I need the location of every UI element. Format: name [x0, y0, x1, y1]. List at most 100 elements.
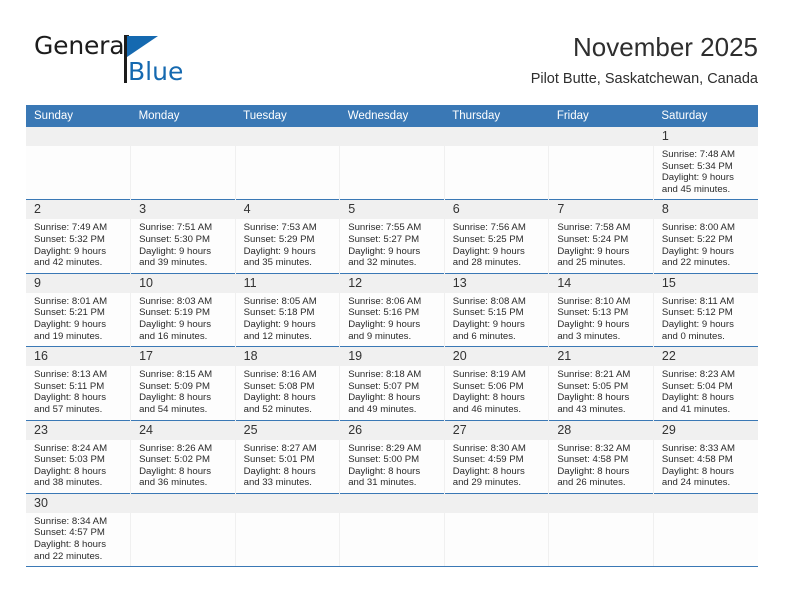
daylight-text: Daylight: 9 hours — [139, 245, 212, 257]
weekday-header-wednesday: Wednesday — [339, 105, 445, 127]
weekday-header-friday: Friday — [548, 105, 654, 127]
calendar-day-cell-empty — [548, 127, 654, 200]
calendar-day-cell[interactable]: 7 Sunrise: 7:58 AM Sunset: 5:24 PM Daylight… — [548, 199, 654, 274]
calendar-day-cell[interactable]: 2 Sunrise: 7:49 AM Sunset: 5:32 PM Daylight… — [26, 199, 131, 274]
calendar-day-cell[interactable]: 25 Sunrise: 8:27 AM Sunset: 5:01 PM Dayligh… — [234, 419, 340, 494]
daylight-text-cont: and 46 minutes. — [452, 403, 522, 415]
calendar-day-cell[interactable]: 12 Sunrise: 8:06 AM Sunset: 5:16 PM Dayligh… — [339, 272, 445, 347]
calendar-day-cell[interactable]: 17 Sunrise: 8:15 AM Sunset: 5:09 PM Dayligh… — [130, 346, 236, 420]
calendar-day-cell[interactable]: 15 Sunrise: 8:11 AM Sunset: 5:12 PM Dayligh… — [652, 272, 758, 347]
calendar-day-cell-empty — [652, 492, 758, 568]
day-number: 30 — [34, 495, 48, 510]
day-cell-details — [445, 146, 549, 153]
calendar-day-cell[interactable]: 24 Sunrise: 8:26 AM Sunset: 5:02 PM Dayligh… — [130, 419, 236, 494]
day-number-band: 29 — [653, 420, 758, 440]
day-number: 21 — [557, 349, 572, 364]
sunset-text: Sunset: 5:21 PM — [34, 307, 105, 319]
calendar-day-cell[interactable]: 11 Sunrise: 8:05 AM Sunset: 5:18 PM Dayligh… — [234, 272, 340, 347]
calendar-day-cell[interactable]: 13 Sunrise: 8:08 AM Sunset: 5:15 PM Dayligh… — [443, 272, 549, 347]
sunset-text: Sunset: 5:32 PM — [34, 233, 105, 245]
day-cell-details — [236, 513, 340, 520]
day-number-band: 22 — [653, 347, 758, 367]
calendar-day-cell[interactable]: 4 Sunrise: 7:53 AM Sunset: 5:29 PM Daylight… — [234, 199, 340, 274]
calendar-day-cell[interactable]: 3 Sunrise: 7:51 AM Sunset: 5:30 PM Daylight… — [130, 199, 236, 274]
day-number: 15 — [661, 275, 676, 290]
day-number-band: 26 — [340, 420, 444, 440]
sunrise-text: Sunrise: 8:16 AM — [243, 369, 317, 381]
calendar-day-cell[interactable]: 21 Sunrise: 8:21 AM Sunset: 5:05 PM Dayligh… — [548, 346, 654, 420]
calendar-day-cell[interactable]: 8 Sunrise: 8:00 AM Sunset: 5:22 PM Daylight… — [652, 199, 758, 274]
day-cell-details: Sunrise: 8:29 AM Sunset: 5:00 PM Daylight:… — [340, 440, 444, 493]
daylight-text-cont: and 22 minutes. — [661, 257, 731, 269]
sunset-text: Sunset: 4:58 PM — [557, 454, 629, 466]
day-number: 23 — [34, 422, 48, 437]
calendar-day-cell[interactable]: 27 Sunrise: 8:30 AM Sunset: 4:59 PM Dayligh… — [443, 419, 549, 494]
day-cell-details: Sunrise: 8:23 AM Sunset: 5:04 PM Daylight:… — [654, 366, 758, 419]
daylight-text-cont: and 43 minutes. — [557, 403, 626, 415]
calendar-day-cell[interactable]: 18 Sunrise: 8:16 AM Sunset: 5:08 PM Dayligh… — [234, 346, 340, 420]
day-cell-details: Sunrise: 8:00 AM Sunset: 5:22 PM Daylight:… — [654, 219, 758, 272]
calendar-day-cell[interactable]: 10 Sunrise: 8:03 AM Sunset: 5:19 PM Dayligh… — [130, 272, 236, 347]
day-number: 26 — [348, 422, 363, 437]
daylight-text: Daylight: 9 hours — [34, 318, 106, 330]
calendar-day-cell[interactable]: 22 Sunrise: 8:23 AM Sunset: 5:04 PM Dayligh… — [652, 346, 758, 420]
day-cell-details — [26, 146, 130, 153]
sunrise-text: Sunrise: 8:21 AM — [557, 369, 631, 381]
brand-logo[interactable]: General Blue — [34, 32, 254, 92]
calendar-day-cell[interactable]: 16 Sunrise: 8:13 AM Sunset: 5:11 PM Dayligh… — [26, 346, 131, 420]
weekday-header-saturday: Saturday — [653, 105, 758, 127]
calendar-day-cell[interactable]: 26 Sunrise: 8:29 AM Sunset: 5:00 PM Dayligh… — [339, 419, 445, 494]
day-number: 10 — [139, 275, 153, 290]
daylight-text: Daylight: 8 hours — [139, 392, 212, 404]
day-number: 7 — [557, 202, 565, 217]
daylight-text: Daylight: 8 hours — [452, 392, 525, 404]
day-number: 16 — [34, 349, 48, 364]
calendar-day-cell[interactable]: 5 Sunrise: 7:55 AM Sunset: 5:27 PM Daylight… — [339, 199, 445, 274]
day-number-band: 1 — [653, 127, 758, 146]
sunset-text: Sunset: 5:13 PM — [557, 307, 629, 319]
day-number-band: 19 — [340, 347, 444, 367]
day-cell-details: Sunrise: 8:32 AM Sunset: 4:58 PM Daylight:… — [549, 440, 653, 493]
sunrise-text: Sunrise: 7:55 AM — [348, 222, 422, 234]
day-number: 8 — [661, 202, 669, 217]
calendar-day-cell[interactable]: 6 Sunrise: 7:56 AM Sunset: 5:25 PM Daylight… — [443, 199, 549, 274]
day-number: 29 — [661, 422, 676, 437]
daylight-text: Daylight: 8 hours — [661, 465, 734, 477]
sunset-text: Sunset: 5:19 PM — [139, 307, 210, 319]
sunrise-text: Sunrise: 8:00 AM — [661, 222, 735, 234]
calendar-day-cell[interactable]: 20 Sunrise: 8:19 AM Sunset: 5:06 PM Dayligh… — [443, 346, 549, 420]
daylight-text-cont: and 28 minutes. — [452, 257, 522, 269]
daylight-text-cont: and 3 minutes. — [557, 330, 621, 342]
day-number-band: 7 — [549, 200, 653, 220]
sunset-text: Sunset: 5:16 PM — [348, 307, 420, 319]
calendar-day-cell[interactable]: 30 Sunrise: 8:34 AM Sunset: 4:57 PM Dayligh… — [26, 492, 131, 568]
daylight-text-cont: and 45 minutes. — [661, 183, 731, 195]
daylight-text: Daylight: 9 hours — [243, 318, 316, 330]
sunrise-text: Sunrise: 8:08 AM — [452, 295, 526, 307]
day-number: 11 — [243, 275, 257, 290]
sunset-text: Sunset: 5:34 PM — [661, 160, 733, 172]
sunrise-text: Sunrise: 8:30 AM — [452, 442, 526, 454]
sunrise-text: Sunrise: 8:03 AM — [139, 295, 213, 307]
calendar-day-cell[interactable]: 14 Sunrise: 8:10 AM Sunset: 5:13 PM Dayligh… — [548, 272, 654, 347]
sunrise-text: Sunrise: 8:29 AM — [348, 442, 422, 454]
sunset-text: Sunset: 5:29 PM — [243, 233, 315, 245]
page-header: General Blue November 2025 Pilot Butte, … — [26, 30, 758, 96]
calendar-day-cell[interactable]: 28 Sunrise: 8:32 AM Sunset: 4:58 PM Dayligh… — [548, 419, 654, 494]
calendar-week-row: 2 Sunrise: 7:49 AM Sunset: 5:32 PM Daylight… — [26, 199, 758, 274]
calendar-day-cell[interactable]: 1 Sunrise: 7:48 AM Sunset: 5:34 PM Daylight… — [652, 127, 758, 200]
calendar-day-cell-empty — [443, 127, 549, 200]
day-number-band — [235, 493, 340, 513]
calendar-day-cell[interactable]: 29 Sunrise: 8:33 AM Sunset: 4:58 PM Dayligh… — [652, 419, 758, 494]
day-number-band — [444, 493, 549, 513]
calendar-day-cell[interactable]: 19 Sunrise: 8:18 AM Sunset: 5:07 PM Dayligh… — [339, 346, 445, 420]
sunset-text: Sunset: 5:22 PM — [661, 233, 733, 245]
calendar-day-cell[interactable]: 23 Sunrise: 8:24 AM Sunset: 5:03 PM Dayligh… — [26, 419, 131, 494]
sunrise-text: Sunrise: 8:33 AM — [661, 442, 735, 454]
day-cell-details: Sunrise: 8:08 AM Sunset: 5:15 PM Daylight:… — [445, 293, 549, 346]
daylight-text-cont: and 9 minutes. — [348, 330, 412, 342]
calendar-day-cell[interactable]: 9 Sunrise: 8:01 AM Sunset: 5:21 PM Daylight… — [26, 272, 131, 347]
day-cell-details: Sunrise: 8:15 AM Sunset: 5:09 PM Daylight:… — [131, 366, 235, 419]
sunrise-text: Sunrise: 7:51 AM — [139, 222, 213, 234]
day-cell-details — [549, 513, 653, 520]
